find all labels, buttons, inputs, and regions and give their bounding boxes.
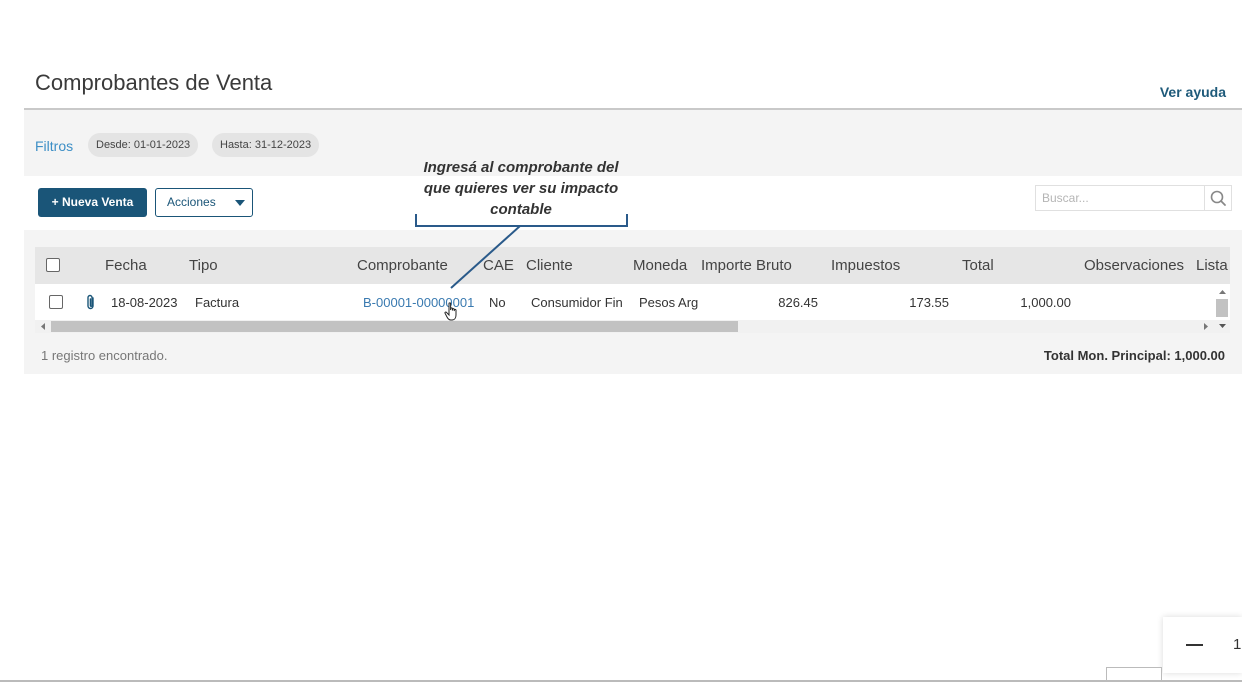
cell-total: 1,000.00 <box>1020 295 1071 310</box>
search-icon <box>1210 190 1226 206</box>
filters-toggle[interactable]: Filtros <box>35 138 73 154</box>
search-input[interactable] <box>1035 185 1205 211</box>
cell-cliente: Consumidor Fin <box>531 295 623 310</box>
cell-fecha: 18-08-2023 <box>111 295 178 310</box>
zoom-widget: 1 <box>1163 617 1242 673</box>
hand-cursor-icon <box>444 302 457 321</box>
actions-dropdown[interactable]: Acciones <box>155 188 253 217</box>
cell-importe-bruto: 826.45 <box>778 295 818 310</box>
column-header-lista[interactable]: Lista <box>1196 257 1230 274</box>
column-header-importe-bruto[interactable]: Importe Bruto <box>701 257 792 274</box>
chevron-down-icon <box>235 200 245 206</box>
total-principal: Total Mon. Principal: 1,000.00 <box>1043 348 1225 363</box>
column-header-fecha[interactable]: Fecha <box>105 257 147 274</box>
zoom-level: 1 <box>1233 636 1242 653</box>
column-header-moneda[interactable]: Moneda <box>633 257 687 274</box>
cell-cae: No <box>489 295 506 310</box>
content-panel <box>24 110 1242 374</box>
column-header-comprobante[interactable]: Comprobante <box>357 257 448 274</box>
vertical-scroll-thumb[interactable] <box>1216 299 1228 317</box>
column-header-observaciones[interactable]: Observaciones <box>1084 257 1184 274</box>
scroll-right-arrow-icon[interactable] <box>1202 322 1210 331</box>
scroll-up-arrow-icon[interactable] <box>1218 288 1227 296</box>
column-header-total[interactable]: Total <box>962 257 994 274</box>
help-link[interactable]: Ver ayuda <box>1160 84 1226 100</box>
cell-moneda: Pesos Arg <box>639 295 699 310</box>
callout-pointer-line <box>450 225 521 289</box>
column-header-impuestos[interactable]: Impuestos <box>831 257 900 274</box>
cell-impuestos: 173.55 <box>909 295 949 310</box>
horizontal-scroll-thumb[interactable] <box>51 321 738 332</box>
record-count: 1 registro encontrado. <box>41 348 168 363</box>
select-all-checkbox[interactable] <box>46 258 60 272</box>
page-title: Comprobantes de Venta <box>35 70 273 95</box>
filter-chip-hasta[interactable]: Hasta: 31-12-2023 <box>212 133 320 157</box>
new-sale-button[interactable]: + Nueva Venta <box>38 188 147 217</box>
tutorial-callout-text: Ingresá al comprobante del que quieres v… <box>423 159 619 218</box>
paperclip-icon[interactable] <box>85 294 97 311</box>
filter-chip-desde[interactable]: Desde: 01-01-2023 <box>88 133 199 157</box>
column-header-cliente[interactable]: Cliente <box>526 257 573 274</box>
column-header-tipo[interactable]: Tipo <box>189 257 218 274</box>
scroll-down-arrow-icon[interactable] <box>1218 322 1227 330</box>
search-button[interactable] <box>1205 185 1232 211</box>
actions-label: Acciones <box>167 195 216 209</box>
row-checkbox[interactable] <box>49 295 63 309</box>
zoom-out-button[interactable] <box>1186 644 1203 646</box>
cell-tipo: Factura <box>195 295 240 310</box>
scroll-left-arrow-icon[interactable] <box>39 322 47 331</box>
